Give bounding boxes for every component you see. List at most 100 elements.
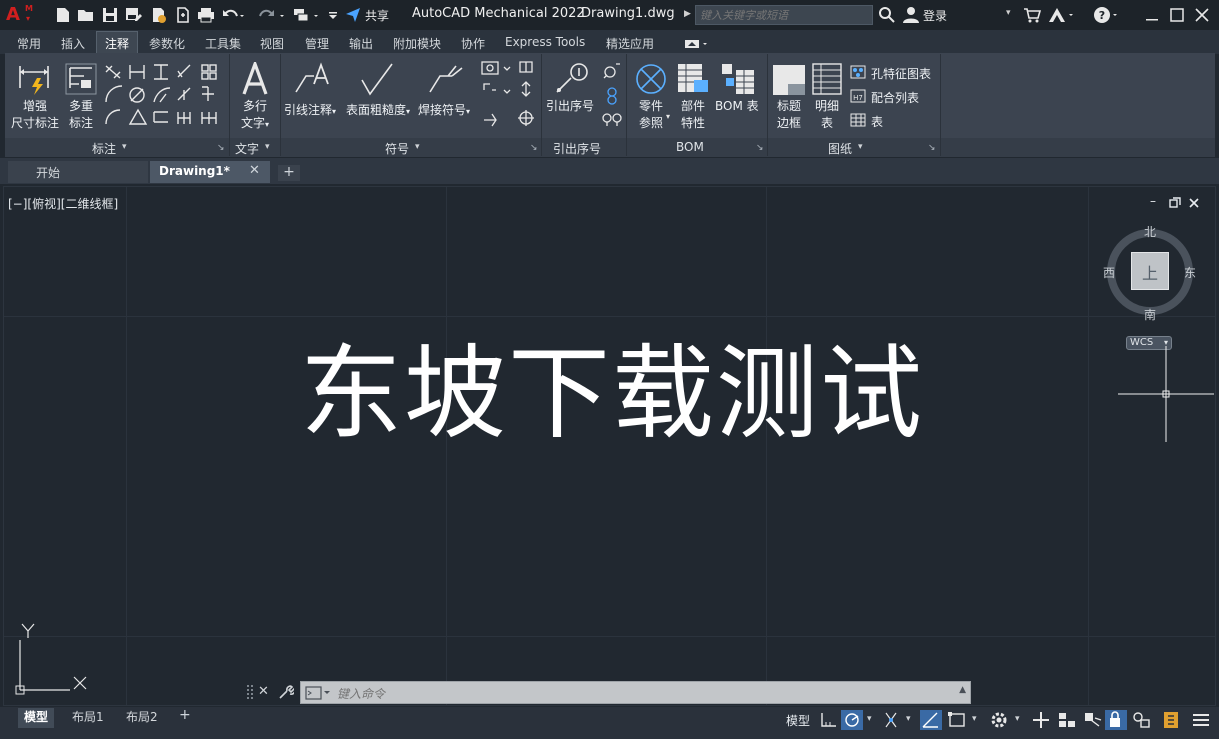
customize-quickaccess-icon[interactable] <box>327 6 339 24</box>
cart-icon[interactable] <box>1023 6 1041 24</box>
search-icon[interactable] <box>878 6 896 24</box>
panel-title-text[interactable]: 文字 <box>235 140 259 157</box>
panel-drawing-launcher-icon[interactable]: ↘ <box>928 143 936 153</box>
search-input[interactable] <box>696 6 872 24</box>
tab-toolsets[interactable]: 工具集 <box>205 35 241 52</box>
panel-symbol-expand-icon[interactable]: ▾ <box>415 142 420 152</box>
command-history-icon[interactable] <box>305 686 331 700</box>
panel-title-dimension[interactable]: 标注 <box>92 140 116 157</box>
viewport-close-icon[interactable] <box>1188 197 1200 209</box>
publish-icon[interactable] <box>150 6 168 24</box>
enhanced-dimension-icon[interactable] <box>17 62 51 96</box>
close-icon[interactable] <box>1193 6 1211 24</box>
lock-ui-toggle[interactable] <box>1105 710 1127 730</box>
part-reference-button[interactable]: 零件 参照 <box>636 98 666 132</box>
user-icon[interactable] <box>902 6 920 24</box>
viewcube-east[interactable]: 东 <box>1184 264 1196 281</box>
balloon-tools-stack[interactable] <box>600 60 624 130</box>
new-file-icon[interactable] <box>54 6 72 24</box>
file-tab-drawing[interactable]: Drawing1* ✕ <box>150 161 270 183</box>
surface-roughness-button[interactable]: 表面粗糙度▾ <box>346 102 410 120</box>
enhanced-dimension-button[interactable]: 增强 尺寸标注 <box>10 98 60 132</box>
panel-dimension-expand-icon[interactable]: ▾ <box>122 142 127 152</box>
workspace-icon[interactable] <box>292 6 322 24</box>
table-button[interactable]: 表 <box>871 113 883 130</box>
detail-list-button[interactable]: 明细表 <box>812 98 842 132</box>
tab-annotate[interactable]: 注释 <box>105 35 129 52</box>
customize-menu-icon[interactable] <box>1190 710 1212 730</box>
panel-drawing-expand-icon[interactable]: ▾ <box>858 142 863 152</box>
command-close-icon[interactable]: ✕ <box>258 684 269 699</box>
layout-tab-model[interactable]: 模型 <box>18 708 55 728</box>
search-expand-icon[interactable]: ▶ <box>684 9 691 19</box>
title-border-icon[interactable] <box>772 64 806 96</box>
multi-dimension-button[interactable]: 多重 标注 <box>60 98 102 132</box>
multiline-text-button[interactable]: 多行 文字▾ <box>236 98 274 133</box>
weld-symbol-button[interactable]: 焊接符号▾ <box>418 102 470 120</box>
tab-addins[interactable]: 附加模块 <box>393 35 441 52</box>
panel-title-symbol[interactable]: 符号 <box>385 140 409 157</box>
panel-text-expand-icon[interactable]: ▾ <box>265 142 270 152</box>
panel-dimension-launcher-icon[interactable]: ↘ <box>217 143 225 153</box>
settings-gear-icon[interactable] <box>988 710 1010 730</box>
file-tab-start[interactable]: 开始 <box>8 161 148 183</box>
dimension-tools-grid[interactable] <box>104 62 224 130</box>
fit-list-button[interactable]: 配合列表 <box>871 89 919 106</box>
weld-symbol-icon[interactable] <box>428 62 464 96</box>
ortho-mode-icon[interactable] <box>880 710 902 730</box>
viewport-restore-icon[interactable] <box>1169 197 1181 209</box>
quick-properties-icon[interactable] <box>1030 710 1052 730</box>
plot-preview-icon[interactable] <box>174 6 192 24</box>
tab-manage[interactable]: 管理 <box>305 35 329 52</box>
save-as-icon[interactable] <box>124 6 142 24</box>
part-properties-icon[interactable] <box>676 62 710 96</box>
detail-list-icon[interactable] <box>811 62 843 96</box>
part-properties-button[interactable]: 部件 特性 <box>678 98 708 132</box>
layout-tab-layout2[interactable]: 布局2 <box>120 708 164 728</box>
balloon-icon[interactable] <box>555 62 591 96</box>
open-file-icon[interactable] <box>77 6 95 24</box>
file-tab-close-icon[interactable]: ✕ <box>249 163 260 178</box>
tab-express-tools[interactable]: Express Tools <box>505 35 585 49</box>
tab-view[interactable]: 视图 <box>260 35 284 52</box>
hardware-acceleration-icon[interactable] <box>1160 710 1182 730</box>
panel-bom-launcher-icon[interactable]: ↘ <box>756 143 764 153</box>
viewcube-top-face[interactable]: 上 <box>1131 252 1169 290</box>
login-dropdown-icon[interactable]: ▾ <box>1006 8 1011 18</box>
redo-icon[interactable] <box>256 6 286 24</box>
search-box[interactable] <box>695 5 873 25</box>
annotation-scale-icon[interactable] <box>1056 710 1078 730</box>
symbol-tools-grid[interactable] <box>480 60 538 128</box>
hole-chart-button[interactable]: 孔特征图表 <box>871 65 931 82</box>
tab-collaborate[interactable]: 协作 <box>461 35 485 52</box>
tab-home[interactable]: 常用 <box>17 35 41 52</box>
status-model-space[interactable]: 模型 <box>786 712 810 729</box>
tab-output[interactable]: 输出 <box>349 35 373 52</box>
autodesk-app-icon[interactable] <box>1048 6 1076 24</box>
polar-dropdown-icon[interactable]: ▾ <box>906 714 911 724</box>
leader-note-button[interactable]: 引线注释▾ <box>284 102 336 120</box>
tab-insert[interactable]: 插入 <box>61 35 85 52</box>
viewcube-south[interactable]: 南 <box>1144 306 1156 323</box>
title-border-button[interactable]: 标题 边框 <box>774 98 804 132</box>
maximize-icon[interactable] <box>1168 6 1186 24</box>
command-input[interactable] <box>335 684 939 703</box>
workspace-switch-icon[interactable] <box>1081 710 1103 730</box>
viewport-minimize-icon[interactable]: – <box>1150 194 1156 208</box>
save-icon[interactable] <box>101 6 119 24</box>
snap-dropdown-icon[interactable]: ▾ <box>867 714 872 724</box>
viewcube-north[interactable]: 北 <box>1144 223 1156 240</box>
panel-symbol-launcher-icon[interactable]: ↘ <box>530 143 538 153</box>
command-customize-icon[interactable] <box>278 684 294 700</box>
bom-table-button[interactable]: BOM 表 <box>715 98 759 115</box>
balloon-button[interactable]: 引出序号 <box>546 98 594 115</box>
grid-display-icon[interactable] <box>818 710 840 730</box>
add-layout-button[interactable]: + <box>179 707 191 723</box>
surface-roughness-icon[interactable] <box>360 62 396 96</box>
leader-note-icon[interactable] <box>294 62 330 96</box>
settings-dropdown-icon[interactable]: ▾ <box>1015 714 1020 724</box>
viewcube-west[interactable]: 西 <box>1103 264 1115 281</box>
viewport-controls-label[interactable]: [−][俯视][二维线框] <box>8 195 118 212</box>
app-logo[interactable]: A M ▾ <box>6 4 42 26</box>
tab-parametric[interactable]: 参数化 <box>149 35 185 52</box>
